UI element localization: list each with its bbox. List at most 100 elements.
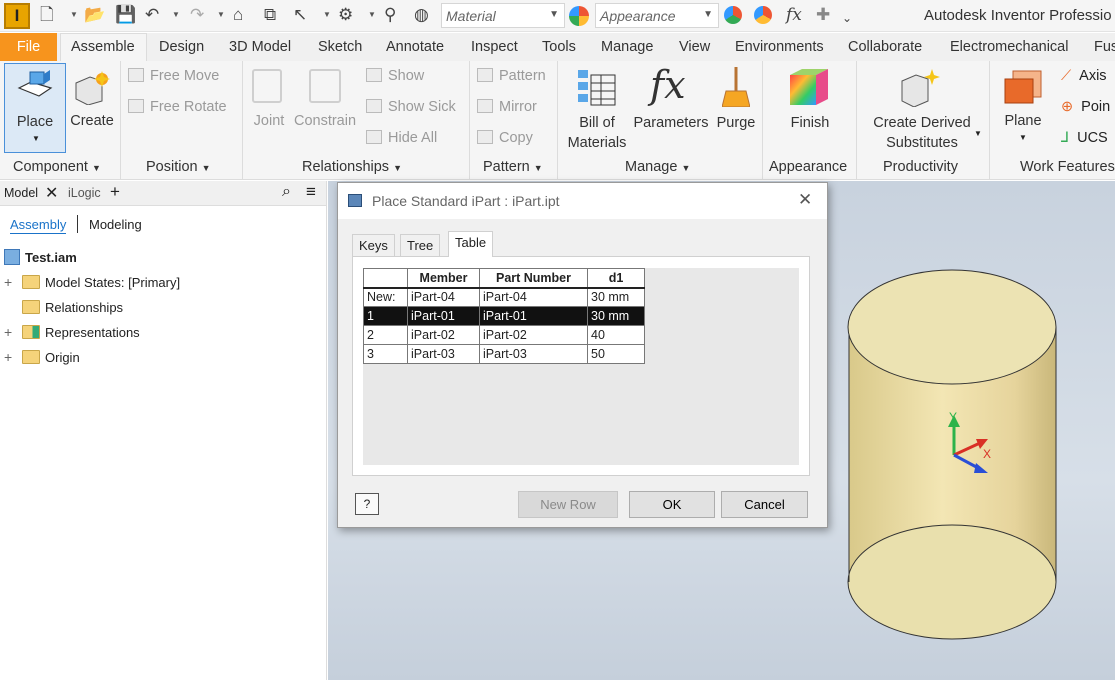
purge-button[interactable]: Purge	[712, 63, 760, 133]
cell-part-number[interactable]: iPart-02	[479, 325, 588, 345]
cell-member[interactable]: iPart-04	[407, 287, 480, 307]
group-pattern[interactable]: Pattern ▼	[483, 159, 543, 175]
cell-member[interactable]: iPart-02	[407, 325, 480, 345]
tree-item-origin[interactable]: Origin	[22, 348, 80, 368]
mode-modeling[interactable]: Modeling	[89, 217, 142, 232]
visual-style-icon[interactable]: ◍	[414, 5, 429, 25]
tab-model[interactable]: Model	[4, 186, 38, 200]
copy-button[interactable]: Copy	[477, 130, 533, 146]
free-rotate-button[interactable]: Free Rotate	[128, 99, 227, 115]
clear-appearance-icon[interactable]	[754, 6, 772, 24]
search-icon[interactable]: ⌕	[282, 183, 291, 201]
group-component[interactable]: Component ▼	[13, 159, 101, 175]
table-grid[interactable]: Member Part Number d1 New: iPart-04 iPar…	[363, 268, 799, 465]
cell-member[interactable]: iPart-03	[407, 344, 480, 364]
tab-tree[interactable]: Tree	[400, 234, 441, 256]
table-row-selected[interactable]: 1 iPart-01 iPart-01 30 mm	[363, 306, 645, 326]
expand-icon[interactable]: +	[4, 349, 12, 365]
mirror-button[interactable]: Mirror	[477, 99, 537, 115]
tree-item-model-states[interactable]: Model States: [Primary]	[22, 273, 180, 293]
show-button[interactable]: Show	[366, 68, 424, 84]
inventor-logo[interactable]: I	[4, 3, 30, 29]
tab-fusion[interactable]: Fus	[1094, 39, 1115, 55]
hide-all-button[interactable]: Hide All	[366, 130, 437, 146]
adaptivity-icon[interactable]: ⚲	[384, 5, 396, 25]
home-icon[interactable]: ⌂	[233, 5, 243, 25]
tab-design[interactable]: Design	[159, 39, 204, 55]
cell-d1[interactable]: 40	[587, 325, 645, 345]
tree-item-relationships[interactable]: Relationships	[22, 298, 123, 318]
undo-icon[interactable]: ↶	[145, 5, 159, 25]
help-button[interactable]: ?	[355, 493, 379, 515]
select-icon[interactable]: ↖	[293, 5, 307, 25]
local-update-icon[interactable]: ⧉	[264, 5, 276, 25]
cell-member[interactable]: iPart-01	[407, 306, 480, 326]
group-manage[interactable]: Manage ▼	[625, 159, 690, 175]
tab-inspect[interactable]: Inspect	[471, 39, 518, 55]
cancel-button[interactable]: Cancel	[721, 491, 808, 518]
new-dropdown-icon[interactable]: ▼	[70, 10, 78, 19]
close-icon[interactable]: ✕	[798, 190, 812, 210]
redo-dropdown-icon[interactable]: ▼	[217, 10, 225, 19]
tab-annotate[interactable]: Annotate	[386, 39, 444, 55]
group-position[interactable]: Position ▼	[146, 159, 211, 175]
tab-environments[interactable]: Environments	[735, 39, 824, 55]
plane-button[interactable]: Plane ▼	[995, 63, 1051, 148]
tab-3d-model[interactable]: 3D Model	[229, 39, 291, 55]
cell-d1[interactable]: 50	[587, 344, 645, 364]
expand-icon[interactable]: +	[4, 324, 12, 340]
create-button[interactable]: Create	[68, 63, 116, 153]
ok-button[interactable]: OK	[629, 491, 715, 518]
place-button[interactable]: Place ▼	[4, 63, 66, 153]
save-icon[interactable]: 💾	[115, 5, 136, 25]
tab-electromechanical[interactable]: Electromechanical	[950, 39, 1068, 55]
cell-part-number[interactable]: iPart-03	[479, 344, 588, 364]
new-row-button[interactable]: New Row	[518, 491, 618, 518]
tab-manage[interactable]: Manage	[601, 39, 653, 55]
constrain-button[interactable]: Constrain	[293, 63, 357, 133]
column-header-member[interactable]: Member	[407, 268, 480, 289]
ucs-button[interactable]: ⅃ UCS	[1061, 130, 1108, 146]
tab-assemble[interactable]: Assemble	[71, 39, 135, 55]
tab-ilogic[interactable]: iLogic	[68, 186, 101, 200]
tab-table[interactable]: Table	[448, 231, 494, 257]
tab-keys[interactable]: Keys	[352, 234, 395, 256]
material-combo[interactable]: Material ▼	[441, 3, 565, 28]
finish-button[interactable]: Finish	[780, 63, 840, 133]
redo-icon[interactable]: ↷	[190, 5, 204, 25]
cell-d1[interactable]: 30 mm	[587, 306, 645, 326]
select-dropdown-icon[interactable]: ▼	[323, 10, 331, 19]
table-row[interactable]: New: iPart-04 iPart-04 30 mm	[363, 287, 645, 307]
point-button[interactable]: ⊕ Poin	[1061, 99, 1110, 115]
mode-assembly[interactable]: Assembly	[10, 217, 67, 234]
parameters-icon[interactable]: fx	[786, 5, 802, 25]
add-tab-icon[interactable]: +	[110, 182, 120, 202]
tree-item-representations[interactable]: Representations	[22, 323, 140, 343]
menu-icon[interactable]: ≡	[306, 182, 316, 202]
new-icon[interactable]: 🗋	[40, 5, 54, 25]
tab-view[interactable]: View	[679, 39, 710, 55]
group-relationships[interactable]: Relationships ▼	[302, 159, 402, 175]
rebuild-dropdown-icon[interactable]: ▼	[368, 10, 376, 19]
open-icon[interactable]: 📂	[84, 5, 105, 25]
tab-file[interactable]: File	[0, 33, 57, 61]
cell-part-number[interactable]: iPart-01	[479, 306, 588, 326]
table-row[interactable]: 2 iPart-02 iPart-02 40	[363, 325, 645, 345]
joint-button[interactable]: Joint	[248, 63, 290, 133]
undo-dropdown-icon[interactable]: ▼	[172, 10, 180, 19]
table-row[interactable]: 3 iPart-03 iPart-03 50	[363, 344, 645, 364]
axis-button[interactable]: ⟋ Axis	[1061, 68, 1107, 84]
bill-of-materials-button[interactable]: Bill of Materials	[563, 63, 631, 153]
cell-d1[interactable]: 30 mm	[587, 287, 645, 307]
column-header-part-number[interactable]: Part Number	[479, 268, 588, 289]
add-icon[interactable]: ✚	[816, 5, 830, 25]
tab-sketch[interactable]: Sketch	[318, 39, 362, 55]
show-sick-button[interactable]: Show Sick	[366, 99, 456, 115]
rebuild-icon[interactable]: ⚙	[338, 5, 353, 25]
customize-qat-icon[interactable]: ⌄	[842, 8, 852, 28]
tab-collaborate[interactable]: Collaborate	[848, 39, 922, 55]
free-move-button[interactable]: Free Move	[128, 68, 219, 84]
appearance-combo[interactable]: Appearance ▼	[595, 3, 719, 28]
tree-root[interactable]: Test.iam	[4, 248, 77, 268]
cell-part-number[interactable]: iPart-04	[479, 287, 588, 307]
